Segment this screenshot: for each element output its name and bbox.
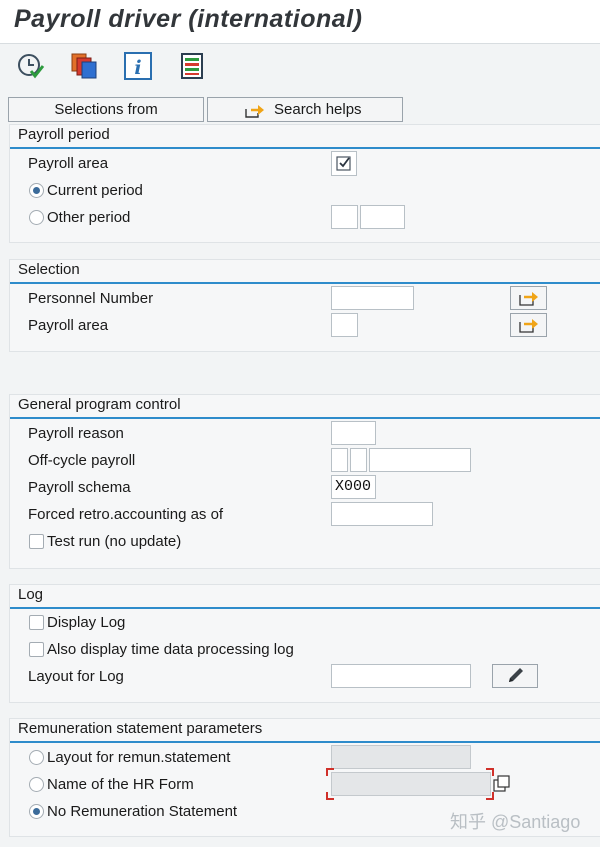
other-period-radio[interactable] [29, 210, 44, 225]
group-title: General program control [18, 396, 181, 413]
off-cycle-field-2[interactable] [350, 448, 367, 472]
hr-form-label: Name of the HR Form [47, 776, 194, 793]
test-run-label: Test run (no update) [47, 533, 182, 550]
pencil-icon [509, 668, 523, 682]
remun-layout-label: Layout for remun.statement [47, 749, 231, 766]
group-title: Log [18, 586, 44, 603]
svg-text:i: i [134, 57, 141, 79]
personnel-number-label: Personnel Number [28, 290, 154, 307]
multiple-selection-icon [519, 319, 538, 333]
group-title: Remuneration statement parameters [18, 720, 263, 737]
selection-payroll-area-label: Payroll area [28, 317, 109, 334]
other-period-label: Other period [47, 209, 131, 226]
time-data-log-label: Also display time data processing log [47, 641, 294, 658]
test-run-checkbox[interactable] [29, 534, 44, 549]
search-helps-label: Search helps [274, 101, 362, 118]
edit-layout-button[interactable] [492, 664, 538, 688]
forced-retro-field[interactable] [331, 502, 433, 526]
group-divider [10, 147, 600, 149]
payroll-schema-field[interactable]: X000 [331, 475, 376, 499]
remun-layout-field [331, 745, 471, 769]
arrow-right-icon [245, 105, 264, 118]
remun-layout-radio[interactable] [29, 750, 44, 765]
selections-from-button[interactable]: Selections from [8, 97, 204, 122]
off-cycle-field-3[interactable] [369, 448, 471, 472]
multiple-selection-button[interactable] [510, 286, 547, 310]
focus-frame [326, 768, 494, 800]
payroll-reason-label: Payroll reason [28, 425, 124, 442]
payroll-schema-label: Payroll schema [28, 479, 131, 496]
check-icon [336, 156, 351, 171]
group-title: Payroll period [18, 126, 110, 143]
other-period-field-1[interactable] [331, 205, 358, 229]
layout-for-log-field[interactable] [331, 664, 471, 688]
search-helps-button[interactable]: Search helps [207, 97, 403, 122]
group-divider [10, 417, 600, 419]
page-title: Payroll driver (international) [14, 5, 363, 33]
payroll-reason-field[interactable] [331, 421, 376, 445]
display-log-label: Display Log [47, 614, 126, 631]
group-divider [10, 607, 600, 609]
layout-for-log-label: Layout for Log [28, 668, 124, 685]
payroll-area-label: Payroll area [28, 155, 109, 172]
current-period-label: Current period [47, 182, 143, 199]
off-cycle-field-1[interactable] [331, 448, 348, 472]
time-data-log-checkbox[interactable] [29, 642, 44, 657]
hr-form-radio[interactable] [29, 777, 44, 792]
display-log-checkbox[interactable] [29, 615, 44, 630]
title-bar: Payroll driver (international) [0, 0, 600, 44]
watermark: 知乎 @Santiago [450, 812, 581, 832]
list-icon[interactable] [177, 51, 207, 81]
execute-clock-icon[interactable] [15, 51, 45, 81]
multiple-selection-icon [519, 292, 538, 306]
value-help-icon[interactable] [492, 774, 512, 794]
info-icon[interactable]: i [123, 51, 153, 81]
group-divider [10, 282, 600, 284]
off-cycle-payroll-label: Off-cycle payroll [28, 452, 136, 469]
multiple-selection-button[interactable] [510, 313, 547, 337]
forced-retro-label: Forced retro.accounting as of [28, 506, 224, 523]
current-period-radio[interactable] [29, 183, 44, 198]
payroll-area-checkbox[interactable] [331, 151, 357, 176]
group-title: Selection [18, 261, 80, 278]
personnel-number-field[interactable] [331, 286, 414, 310]
application-toolbar: i [0, 44, 600, 90]
other-period-field-2[interactable] [360, 205, 405, 229]
no-remuneration-label: No Remuneration Statement [47, 803, 238, 820]
group-divider [10, 741, 600, 743]
selection-payroll-area-field[interactable] [331, 313, 358, 337]
no-remuneration-radio[interactable] [29, 804, 44, 819]
copy-variant-icon[interactable] [69, 51, 99, 81]
